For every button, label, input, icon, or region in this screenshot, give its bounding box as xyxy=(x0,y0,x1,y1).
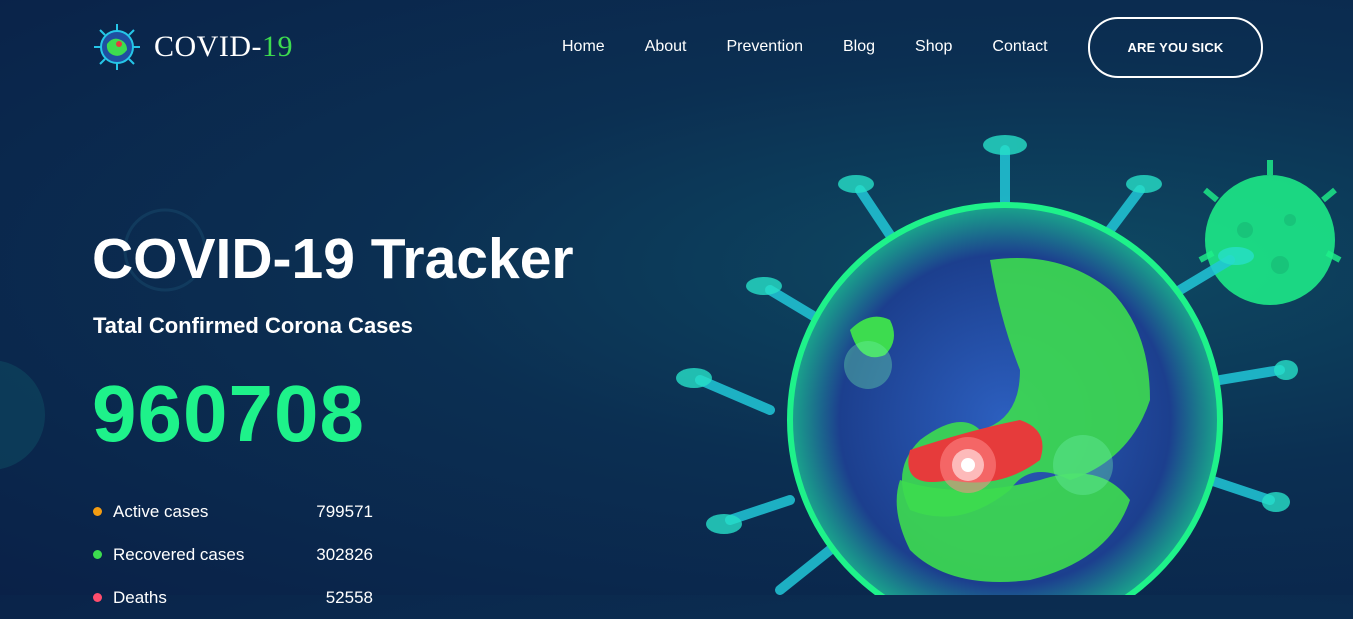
stat-recovered: Recovered cases 302826 xyxy=(93,533,373,576)
virus-globe-logo-icon xyxy=(94,24,140,70)
stat-active: Active cases 799571 xyxy=(93,490,373,533)
recovered-dot-icon xyxy=(93,550,102,559)
nav-about[interactable]: About xyxy=(645,38,687,56)
stat-label: Active cases xyxy=(113,501,209,521)
active-dot-icon xyxy=(93,507,102,516)
virus-globe-illustration xyxy=(676,135,1298,595)
nav-home[interactable]: Home xyxy=(562,38,605,56)
nav-contact[interactable]: Contact xyxy=(992,38,1047,56)
brand-logo[interactable]: COVID-19 xyxy=(92,22,293,72)
bg-virus-left xyxy=(0,360,45,470)
stat-value: 302826 xyxy=(316,544,373,564)
stat-label: Recovered cases xyxy=(113,544,245,564)
are-you-sick-button[interactable]: ARE YOU SICK xyxy=(1088,17,1263,78)
deaths-dot-icon xyxy=(93,593,102,602)
stat-label: Deaths xyxy=(113,587,167,607)
page-title: COVID-19 Tracker xyxy=(92,227,574,291)
total-cases-count: 960708 xyxy=(92,369,365,458)
nav-blog[interactable]: Blog xyxy=(843,38,875,56)
stat-value: 799571 xyxy=(316,501,373,521)
main-nav: Home About Prevention Blog Shop Contact xyxy=(562,38,1088,56)
stats-list: Active cases 799571 Recovered cases 3028… xyxy=(93,490,373,619)
stat-value: 52558 xyxy=(325,587,373,607)
nav-shop[interactable]: Shop xyxy=(915,38,952,56)
brand-name: COVID-19 xyxy=(154,30,293,63)
hero-subtitle: Tatal Confirmed Corona Cases xyxy=(93,313,413,338)
stat-deaths: Deaths 52558 xyxy=(93,576,373,619)
nav-prevention[interactable]: Prevention xyxy=(727,38,804,56)
